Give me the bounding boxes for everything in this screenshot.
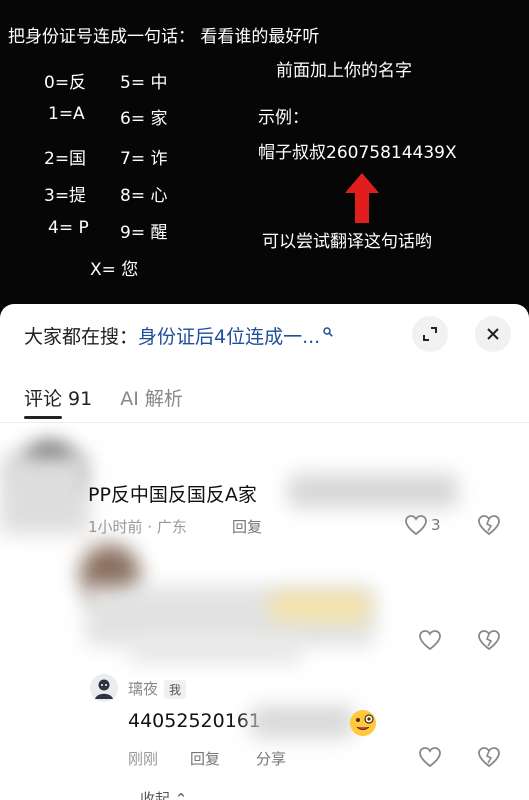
expand-button[interactable]: [412, 316, 448, 352]
mapping-8: 8= 心: [120, 186, 168, 206]
collapse-label[interactable]: 收起: [140, 790, 170, 800]
redacted-text: [250, 706, 355, 738]
search-prefix: 大家都在搜：: [24, 326, 139, 348]
search-icon: [323, 327, 333, 337]
mapping-2: 2=国: [44, 149, 87, 169]
comment-sheet: 大家都在搜：身份证后4位连成一... 评论 91 AI 解析 PP反中国反国反A家…: [0, 304, 529, 800]
heart-icon[interactable]: [418, 629, 442, 651]
mapping-3: 3=提: [44, 186, 87, 206]
like-count: 3: [431, 516, 441, 534]
mapping-1: 1=A: [48, 104, 85, 124]
divider: [0, 422, 529, 423]
video-background: 把身份证号连成一句话： 看看谁的最好听 0=反 5= 中 1=A 6= 家 2=…: [0, 0, 529, 310]
heart-icon[interactable]: [404, 514, 428, 536]
chevron-up-icon: ⌃: [174, 790, 188, 800]
mapping-x: X= 您: [90, 260, 139, 280]
try-text: 可以尝试翻译这句话哟: [262, 232, 432, 252]
search-suggestion[interactable]: 大家都在搜：身份证后4位连成一...: [24, 322, 384, 349]
tab-comments[interactable]: 评论 91: [24, 388, 92, 410]
share-link[interactable]: 分享: [256, 748, 286, 769]
broken-heart-icon[interactable]: [477, 746, 501, 768]
mapping-4: 4= P: [48, 218, 89, 238]
reply-time: 刚刚: [128, 750, 159, 768]
video-headline: 把身份证号连成一句话： 看看谁的最好听: [8, 27, 320, 47]
comment-time: 1小时前 · 广东: [88, 518, 187, 536]
redacted-sticker: [270, 592, 370, 622]
instruction-text: 前面加上你的名字: [276, 61, 412, 81]
comment-tabs: 评论 91 AI 解析: [24, 384, 211, 411]
avatar-blur: [0, 454, 90, 534]
reply-link[interactable]: 回复: [232, 516, 262, 537]
reply-username[interactable]: 璃夜我: [128, 678, 187, 699]
example-value: 帽子叔叔26075814439X: [258, 143, 457, 163]
redacted-meta: [130, 634, 300, 664]
emoji-icon: [350, 710, 376, 736]
comment-text: PP反中国反国反A家: [88, 484, 257, 506]
example-label: 示例：: [258, 108, 309, 128]
close-button[interactable]: [475, 316, 511, 352]
reply-reply-link[interactable]: 回复: [190, 748, 220, 769]
reply-username-text[interactable]: 璃夜: [128, 680, 158, 698]
mapping-9: 9= 醒: [120, 223, 168, 243]
expand-icon: [423, 327, 437, 341]
broken-heart-icon[interactable]: [477, 629, 501, 651]
reply-avatar[interactable]: [90, 674, 118, 702]
heart-icon[interactable]: [418, 746, 442, 768]
collapse-link[interactable]: 收起 ⌃: [140, 788, 187, 800]
mapping-6: 6= 家: [120, 109, 168, 129]
broken-heart-icon[interactable]: [477, 514, 501, 536]
author-badge: 我: [164, 680, 187, 699]
redacted-text: [288, 474, 458, 508]
mapping-7: 7= 诈: [120, 149, 168, 169]
tab-ai-analysis[interactable]: AI 解析: [120, 388, 183, 410]
mapping-5: 5= 中: [120, 73, 168, 93]
red-arrow-icon: [345, 173, 379, 223]
mapping-0: 0=反: [44, 73, 87, 93]
close-icon: [487, 328, 499, 340]
search-query[interactable]: 身份证后4位连成一...: [138, 326, 320, 348]
reply-text: 44052520161: [128, 710, 261, 732]
active-tab-indicator: [24, 416, 62, 419]
